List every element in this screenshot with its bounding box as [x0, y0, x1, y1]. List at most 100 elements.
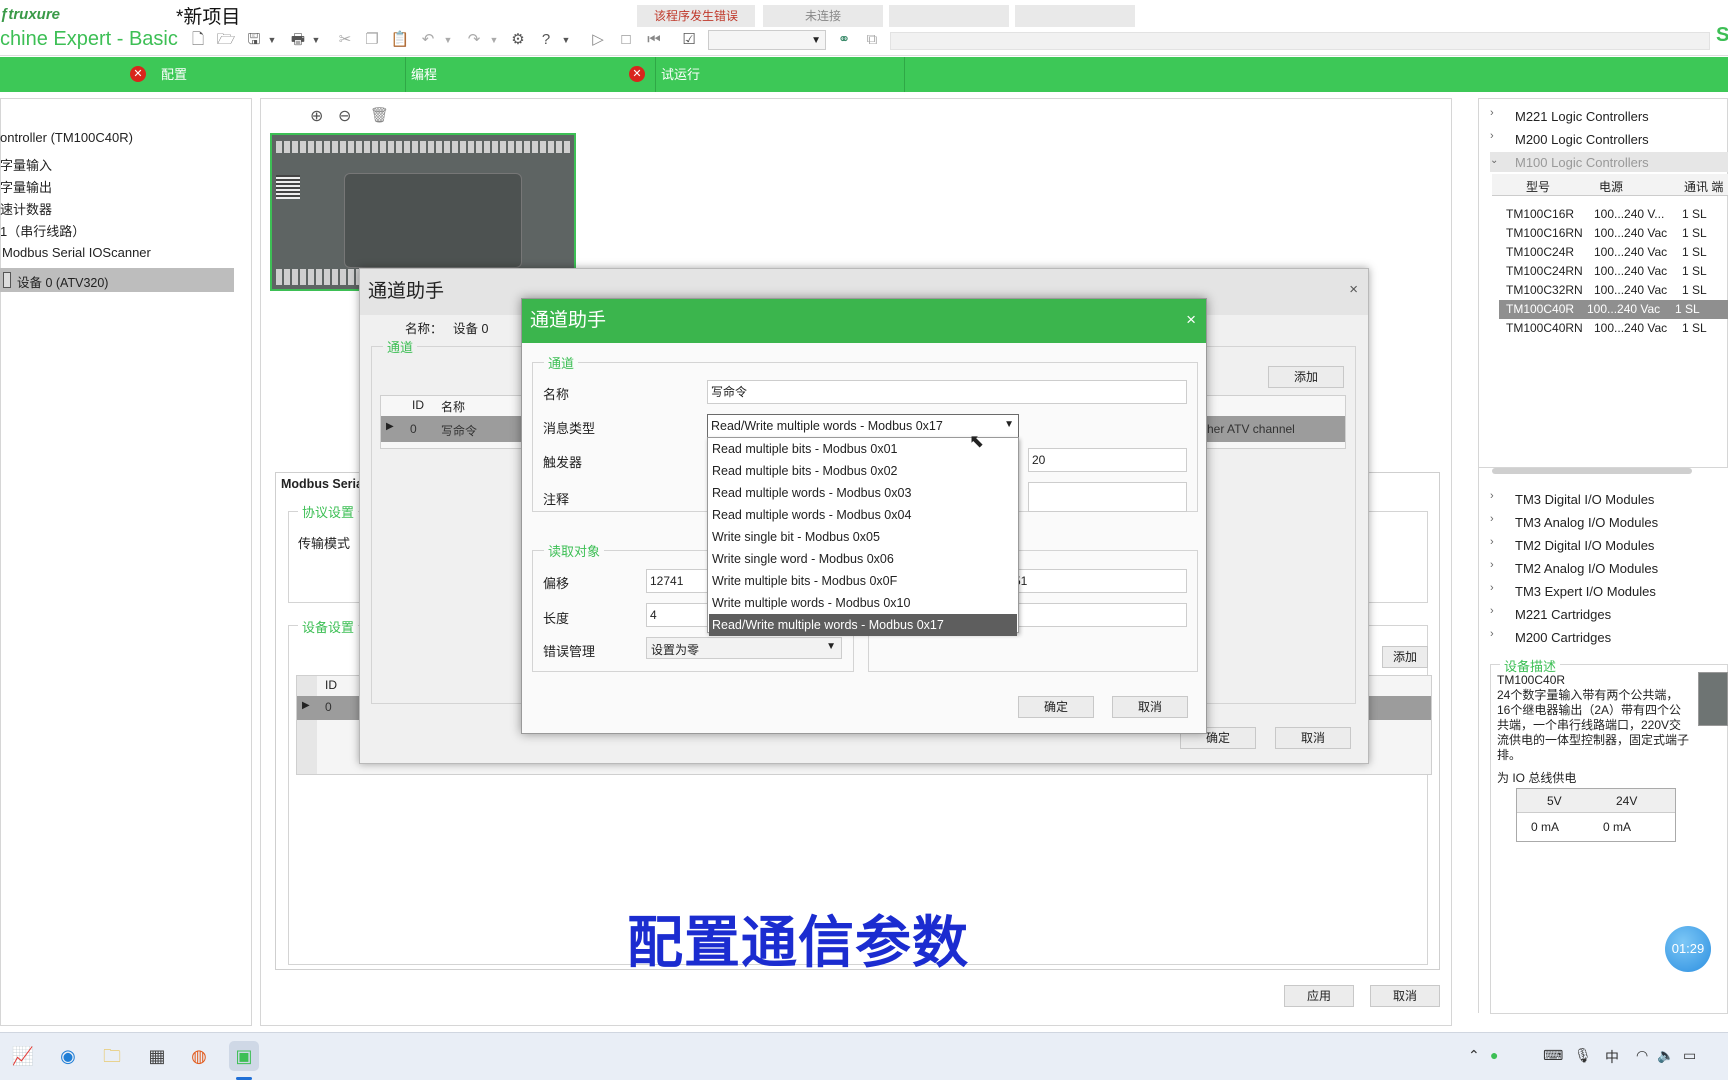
write-length-field[interactable] — [1009, 603, 1187, 627]
catalog-row[interactable]: TM100C24RN 100...240 Vac 1 SL — [1506, 262, 1728, 281]
save-icon[interactable]: 🖫 — [244, 30, 264, 50]
chevron-right-icon[interactable]: › — [1490, 490, 1494, 502]
ok-button[interactable]: 确定 — [1018, 696, 1094, 718]
battery-icon[interactable]: ▭ — [1683, 1047, 1696, 1064]
copy-icon[interactable]: ❐ — [362, 30, 382, 50]
tree-hs-counter[interactable]: 速计数器 — [0, 199, 52, 218]
msgtype-option[interactable]: Write single word - Modbus 0x06 — [709, 548, 1017, 570]
recording-timer[interactable]: 01:29 — [1665, 926, 1711, 972]
module-category[interactable]: TM3 Digital I/O Modules — [1515, 492, 1654, 507]
connect-icon[interactable]: ⚭ — [834, 30, 854, 50]
zoom-in-icon[interactable]: ⊕ — [310, 106, 323, 126]
undo-dropdown-icon[interactable]: ▼ — [438, 30, 458, 50]
chevron-right-icon[interactable]: › — [1490, 628, 1494, 640]
firefox-icon[interactable]: ◍ — [184, 1041, 214, 1071]
keyboard-icon[interactable]: ⌨ — [1543, 1047, 1563, 1064]
catalog-row[interactable]: TM100C32RN 100...240 Vac 1 SL — [1506, 281, 1728, 300]
tab-config[interactable]: 配置 — [161, 57, 187, 92]
catalog-row[interactable]: TM100C16RN 100...240 Vac 1 SL — [1506, 224, 1728, 243]
tree-controller[interactable]: ontroller (TM100C40R) — [0, 130, 133, 145]
comment-field[interactable] — [1028, 482, 1187, 512]
cancel-button[interactable]: 取消 — [1370, 985, 1440, 1007]
connection-status[interactable]: 未连接 — [763, 5, 883, 27]
module-category[interactable]: TM3 Expert I/O Modules — [1515, 584, 1656, 599]
chevron-right-icon[interactable]: › — [1490, 536, 1494, 548]
tab-program[interactable]: 编程 — [411, 57, 437, 92]
chevron-right-icon[interactable]: › — [1490, 130, 1494, 142]
error-mgmt-select[interactable]: 设置为零 ▼ — [646, 637, 842, 659]
msgtype-option[interactable]: Write multiple bits - Modbus 0x0F — [709, 570, 1017, 592]
machine-expert-icon[interactable]: ▣ — [229, 1041, 259, 1071]
help-icon[interactable]: ? — [536, 30, 556, 50]
run-icon[interactable]: ▷ — [588, 30, 608, 50]
catalog-row[interactable]: TM100C24R 100...240 Vac 1 SL — [1506, 243, 1728, 262]
zoom-out-icon[interactable]: ⊖ — [338, 106, 351, 126]
write-offset-field[interactable]: 51 — [1009, 569, 1187, 593]
tab-commission[interactable]: 试运行 — [661, 57, 700, 92]
cut-icon[interactable]: ✂ — [335, 30, 355, 50]
msgtype-option[interactable]: Read multiple bits - Modbus 0x02 — [709, 460, 1017, 482]
module-category[interactable]: TM2 Analog I/O Modules — [1515, 561, 1658, 576]
catalog-scrollbar[interactable] — [1492, 468, 1728, 476]
chevron-right-icon[interactable]: › — [1490, 107, 1494, 119]
cat-m100-header[interactable]: ⌄ M100 Logic Controllers — [1490, 152, 1728, 172]
scrollbar-thumb[interactable] — [1492, 468, 1692, 474]
chevron-right-icon[interactable]: › — [1490, 582, 1494, 594]
catalog-row[interactable]: TM100C40R 100...240 Vac 1 SL — [1499, 300, 1728, 319]
module-category[interactable]: M200 Cartridges — [1515, 630, 1611, 645]
module-category[interactable]: TM2 Digital I/O Modules — [1515, 538, 1654, 553]
apply-button[interactable]: 应用 — [1284, 985, 1354, 1007]
delete-icon[interactable]: 🗑 — [370, 106, 389, 124]
tree-serial[interactable]: 1（串行线路） — [0, 221, 85, 240]
target-combo[interactable]: ▼ — [708, 30, 826, 50]
stop-icon[interactable]: □ — [616, 30, 636, 50]
microphone-icon[interactable]: 🎙 — [1574, 1047, 1592, 1064]
close-icon[interactable]: × — [1349, 281, 1358, 298]
cancel-button[interactable]: 取消 — [1112, 696, 1188, 718]
trigger-field[interactable]: 20 — [1028, 448, 1187, 472]
reset-icon[interactable]: ⏮ — [644, 30, 664, 50]
msgtype-option[interactable]: Read/Write multiple words - Modbus 0x17 — [709, 614, 1017, 636]
msgtype-option[interactable]: Read multiple words - Modbus 0x04 — [709, 504, 1017, 526]
tree-ioscanner[interactable]: Modbus Serial IOScanner — [2, 245, 151, 260]
chevron-right-icon[interactable]: › — [1490, 559, 1494, 571]
msgtype-option[interactable]: Read multiple words - Modbus 0x03 — [709, 482, 1017, 504]
print-dropdown-icon[interactable]: ▼ — [306, 30, 326, 50]
print-icon[interactable]: 🖶 — [288, 30, 308, 50]
chevron-up-icon[interactable]: ⌃ — [1468, 1047, 1480, 1064]
stock-widget-icon[interactable]: 📈 — [8, 1041, 38, 1071]
new-file-icon[interactable]: 🗋 — [188, 30, 208, 50]
name-field[interactable]: 写命令 — [707, 380, 1187, 404]
check-icon[interactable]: ☑ — [679, 30, 699, 50]
close-icon[interactable]: × — [1186, 310, 1196, 330]
module-category[interactable]: M221 Cartridges — [1515, 607, 1611, 622]
gear-icon[interactable]: ⚙ — [508, 30, 528, 50]
save-dropdown-icon[interactable]: ▼ — [262, 30, 282, 50]
msgtype-option[interactable]: Write multiple words - Modbus 0x10 — [709, 592, 1017, 614]
redo-icon[interactable]: ↷ — [464, 30, 484, 50]
edge-browser-icon[interactable]: ◉ — [53, 1041, 83, 1071]
module-category[interactable]: TM3 Analog I/O Modules — [1515, 515, 1658, 530]
chevron-right-icon[interactable]: › — [1490, 513, 1494, 525]
device-add-button[interactable]: 添加 — [1382, 646, 1428, 668]
calculator-icon[interactable]: ▦ — [142, 1041, 172, 1071]
tree-digital-in[interactable]: 字量输入 — [0, 155, 52, 174]
file-explorer-icon[interactable]: 🗀 — [97, 1041, 127, 1071]
cat-m200[interactable]: M200 Logic Controllers — [1515, 132, 1649, 147]
wifi-icon[interactable]: ◠ — [1636, 1047, 1648, 1064]
paste-icon[interactable]: 📋 — [390, 30, 410, 50]
catalog-row[interactable]: TM100C16R 100...240 V... 1 SL — [1506, 205, 1728, 224]
error-status[interactable]: 该程序发生错误 — [637, 5, 755, 27]
msgtype-option[interactable]: Write single bit - Modbus 0x05 — [709, 526, 1017, 548]
tree-device-selected[interactable]: 设备 0 (ATV320) — [0, 268, 234, 292]
app-tray-icon[interactable]: ● — [1490, 1047, 1498, 1063]
channel-add-button[interactable]: 添加 — [1268, 366, 1344, 388]
undo-icon[interactable]: ↶ — [418, 30, 438, 50]
cat-m221[interactable]: M221 Logic Controllers — [1515, 109, 1649, 124]
redo-dropdown-icon[interactable]: ▼ — [484, 30, 504, 50]
volume-icon[interactable]: 🔈 — [1657, 1047, 1674, 1064]
tree-digital-out[interactable]: 字量输出 — [0, 177, 52, 196]
window-icon[interactable]: ⧉ — [862, 30, 882, 50]
dialog-cancel-button[interactable]: 取消 — [1275, 727, 1351, 749]
help-dropdown-icon[interactable]: ▼ — [556, 30, 576, 50]
